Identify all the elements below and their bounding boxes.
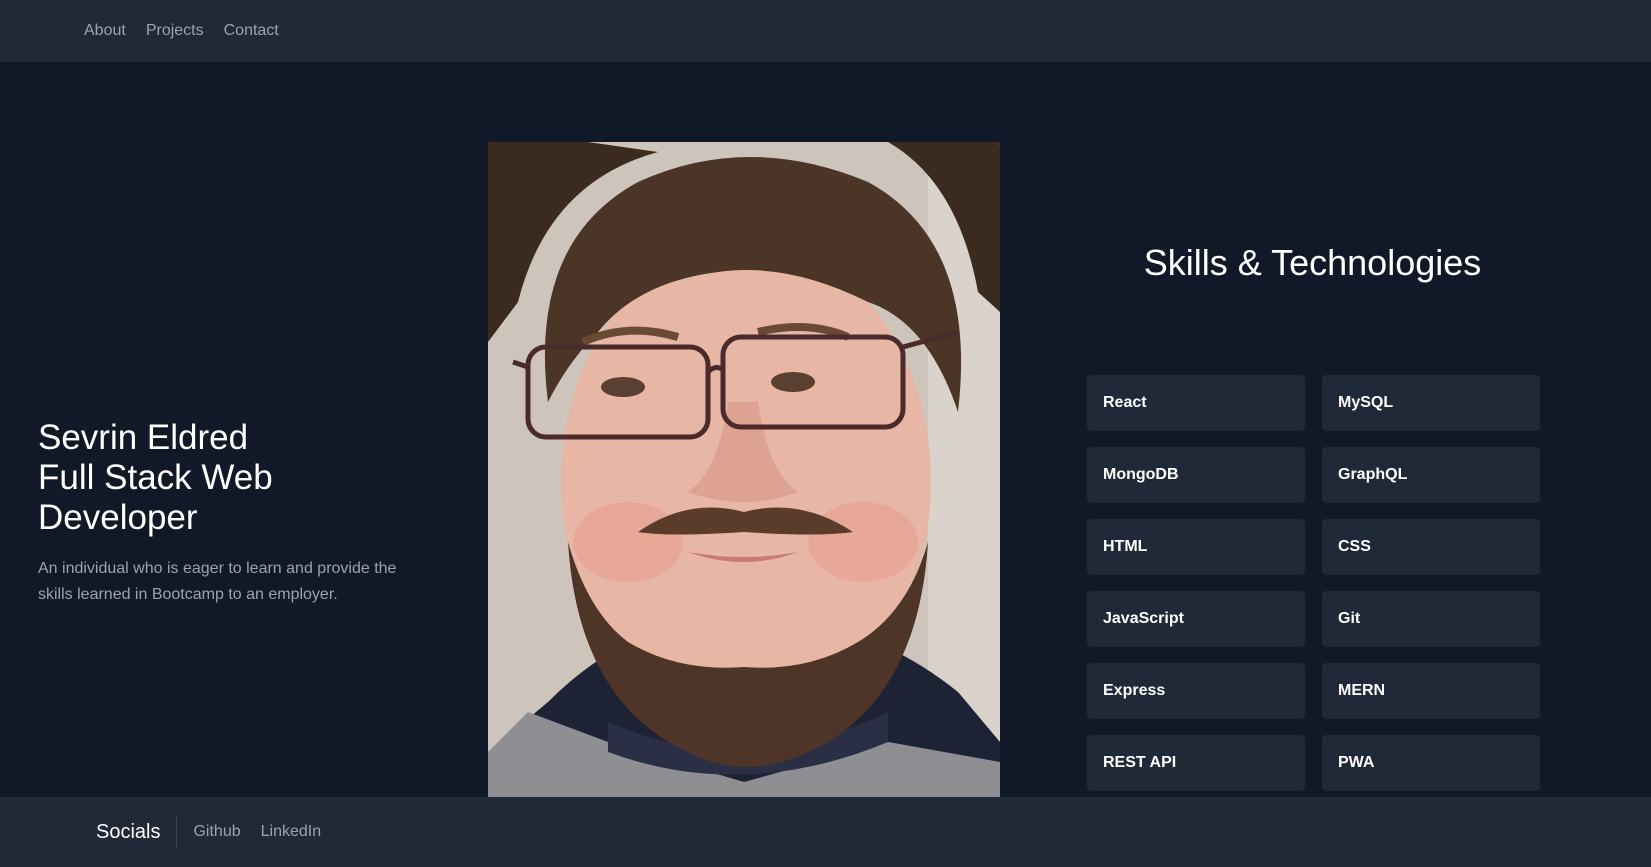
skills-title: Skills & Technologies <box>1143 242 1482 283</box>
intro-role-line1: Full Stack Web <box>38 458 273 497</box>
footer-title: Socials <box>96 816 178 848</box>
skill-html: HTML <box>1087 519 1305 575</box>
skill-css: CSS <box>1322 519 1540 575</box>
intro-section: Sevrin Eldred Full Stack Web Developer A… <box>38 418 398 608</box>
skill-mysql: MySQL <box>1322 375 1540 431</box>
skill-express: Express <box>1087 663 1305 719</box>
skill-mongodb: MongoDB <box>1087 447 1305 503</box>
top-nav: About Projects Contact <box>0 0 1651 62</box>
skill-pwa: PWA <box>1322 735 1540 791</box>
skill-git: Git <box>1322 591 1540 647</box>
footer: Socials Github LinkedIn <box>0 797 1651 867</box>
footer-link-linkedin[interactable]: LinkedIn <box>261 823 322 841</box>
profile-photo <box>488 142 1000 797</box>
skill-mern: MERN <box>1322 663 1540 719</box>
main-content: Sevrin Eldred Full Stack Web Developer A… <box>0 62 1651 797</box>
footer-link-github[interactable]: Github <box>193 823 240 841</box>
skills-grid: React MySQL MongoDB GraphQL HTML CSS Jav… <box>1087 375 1540 791</box>
skill-javascript: JavaScript <box>1087 591 1305 647</box>
intro-role-line2: Developer <box>38 498 198 537</box>
skill-graphql: GraphQL <box>1322 447 1540 503</box>
skill-react: React <box>1087 375 1305 431</box>
nav-link-about[interactable]: About <box>84 22 126 40</box>
nav-link-contact[interactable]: Contact <box>224 22 279 40</box>
intro-heading: Sevrin Eldred Full Stack Web Developer <box>38 418 398 538</box>
skill-rest-api: REST API <box>1087 735 1305 791</box>
intro-name: Sevrin Eldred <box>38 418 249 457</box>
intro-description: An individual who is eager to learn and … <box>38 560 397 603</box>
nav-link-projects[interactable]: Projects <box>146 22 204 40</box>
